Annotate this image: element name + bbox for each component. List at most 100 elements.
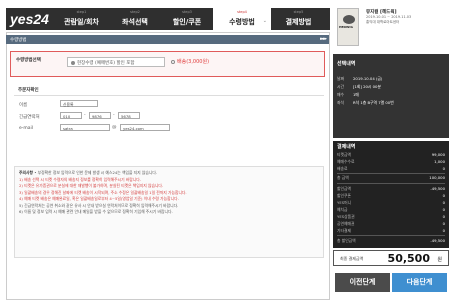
product-info: 뮤지컬 [헤드윅] 2019.10.01 ~ 2019.11.03 홍익대 대학… xyxy=(366,10,446,25)
receive-method-label: 수령방법선택 xyxy=(16,58,41,63)
step-label: 관람일/회차 xyxy=(64,18,99,26)
phone-field-3[interactable]: 5678 xyxy=(118,112,140,119)
phone-label: 긴급연락처 xyxy=(19,115,40,120)
row-value: 1매 xyxy=(353,92,359,97)
divider xyxy=(337,173,445,174)
billing-row: 기타결제 0 xyxy=(337,228,445,234)
selection-row: 날짜 2019.10.04 (금) xyxy=(337,76,382,82)
step-number: step3 xyxy=(182,10,192,14)
prev-step-button[interactable]: 이전단계 xyxy=(335,273,390,292)
row-label: 할인쿠폰 xyxy=(337,193,351,198)
notice-box: 주의사항 • 부정확한 정보 입력으로 인한 문제 발생 시 예스24는 책임을… xyxy=(14,166,324,258)
notice-line: 6) 이름 및 정보 입력 시 예매 관련 안내 메일을 받을 수 없으므로 정… xyxy=(19,209,173,214)
row-label: 공연예매권 xyxy=(337,221,355,226)
step-3-tab[interactable]: step3 할인/쿠폰 xyxy=(161,8,213,30)
phone-field-2[interactable]: 9876 xyxy=(89,112,111,119)
billing-row: 배송료 0 xyxy=(337,166,445,172)
step-4-tab[interactable]: step4 수령방법 ⌄ xyxy=(213,8,271,30)
billing-row: 할인금액 -49,500 xyxy=(337,186,445,192)
row-value: 1,000 xyxy=(434,159,445,164)
step-2-tab[interactable]: step2 좌석선택 xyxy=(109,8,161,30)
radio-icon[interactable] xyxy=(71,60,75,65)
selection-panel: 선택내역 날짜 2019.10.04 (금) 시간 [1회] 20시 00분 매수 1… xyxy=(333,54,449,138)
phone-separator: - xyxy=(113,113,115,118)
billing-row: 공연예매권 0 xyxy=(337,221,445,227)
row-value: -49,500 xyxy=(430,238,445,243)
notice-title: 주의사항 xyxy=(19,170,33,175)
divider xyxy=(337,183,445,184)
step-5-tab[interactable]: step5 결제방법 xyxy=(271,8,326,30)
billing-row: 예치금 0 xyxy=(337,207,445,213)
row-label: YES머니 xyxy=(337,200,352,205)
section-title: 수령방법 xyxy=(10,38,27,43)
divider xyxy=(14,95,324,96)
next-step-button[interactable]: 다음단계 xyxy=(392,273,447,292)
row-value: R석 1층 B구역 7열 00번 xyxy=(353,100,394,105)
row-value: 99,000 xyxy=(431,152,445,157)
receive-method-box: 수령방법선택 현장수령 (예매번호) 할인 포함 배송(3,000원) xyxy=(10,51,325,77)
billing-panel: 결제내역 티켓금액 99,000 예매수수료 1,000 배송료 0 총 금액 100,… xyxy=(333,141,449,248)
selection-title: 선택내역 xyxy=(337,61,356,67)
poster-text: HEDWIG xyxy=(339,25,353,29)
poster-figure xyxy=(343,15,355,24)
product-venue: 홍익대 대학로아트센터 xyxy=(366,20,400,24)
notice-intro: • 부정확한 정보 입력으로 인한 문제 발생 시 예스24는 책임을 지지 않… xyxy=(34,170,158,175)
divider xyxy=(337,235,445,236)
step-1-tab[interactable]: step1 관람일/회차 xyxy=(54,8,109,30)
name-field[interactable]: 신용록 xyxy=(60,100,98,107)
row-label: 배송료 xyxy=(337,166,348,171)
phone-field-1[interactable]: 010 xyxy=(60,112,82,119)
email-domain-field[interactable]: yes24.com xyxy=(120,124,170,131)
row-value: 0 xyxy=(442,166,445,171)
row-value: [1회] 20시 00분 xyxy=(353,84,381,89)
row-label: YES상품권 xyxy=(337,214,355,219)
row-value: 0 xyxy=(442,221,445,226)
row-value: 0 xyxy=(442,207,445,212)
row-value: 0 xyxy=(442,200,445,205)
step-number: step4 xyxy=(237,10,247,14)
step-number: step5 xyxy=(293,10,304,14)
receive-option-onsite[interactable]: 현장수령 (예매번호) 할인 포함 xyxy=(67,57,165,67)
at-sign: @ xyxy=(112,125,117,130)
billing-row: 티켓금액 99,000 xyxy=(337,152,445,158)
billing-title: 결제내역 xyxy=(337,144,356,150)
row-value: 0 xyxy=(442,214,445,219)
receive-option-delivery[interactable]: 배송(3,000원) xyxy=(171,58,209,65)
row-label: 기타결제 xyxy=(337,228,351,233)
row-label: 좌석 xyxy=(337,100,344,105)
arrows-icon: ▸▸▸▸ xyxy=(319,36,327,42)
chevron-down-icon: ⌄ xyxy=(262,18,267,24)
total-amount-box: 최종 결제금액 50,500 원 xyxy=(333,250,449,266)
total-value: 50,500 xyxy=(387,252,430,265)
billing-row: 예매수수료 1,000 xyxy=(337,159,445,165)
email-label: e-mail xyxy=(19,126,34,131)
row-label: 날짜 xyxy=(337,76,344,81)
selection-row: 매수 1매 xyxy=(337,92,359,98)
total-label: 최종 결제금액 xyxy=(340,256,364,261)
step-label: 좌석선택 xyxy=(122,18,148,26)
orderer-title: 주문자확인 xyxy=(18,88,39,93)
phone-separator: - xyxy=(84,113,86,118)
row-label: 예매수수료 xyxy=(337,159,355,164)
row-label: 예치금 xyxy=(337,207,348,212)
row-label: 총 금액 xyxy=(337,175,349,180)
billing-row: 총 할인금액 -49,500 xyxy=(337,238,445,244)
radio-icon[interactable] xyxy=(171,59,175,64)
billing-row: YES머니 0 xyxy=(337,200,445,206)
option-label: 배송(3,000원) xyxy=(177,59,210,65)
row-value: 0 xyxy=(442,193,445,198)
billing-row: 할인쿠폰 0 xyxy=(337,193,445,199)
email-user-field[interactable]: satra xyxy=(60,124,110,131)
billing-row: 총 금액 100,000 xyxy=(337,175,445,181)
step-label: 결제방법 xyxy=(285,18,312,26)
row-value: 0 xyxy=(442,228,445,233)
row-label: 시간 xyxy=(337,84,344,89)
row-label: 할인금액 xyxy=(337,186,351,191)
yes24-logo[interactable]: yes24 xyxy=(10,11,49,27)
row-value: 100,000 xyxy=(429,175,445,180)
row-label: 매수 xyxy=(337,92,344,97)
selection-row: 시간 [1회] 20시 00분 xyxy=(337,84,381,90)
option-label: 현장수령 (예매번호) 할인 포함 xyxy=(77,61,135,66)
row-label: 티켓금액 xyxy=(337,152,351,157)
step-label: 할인/쿠폰 xyxy=(172,18,202,26)
